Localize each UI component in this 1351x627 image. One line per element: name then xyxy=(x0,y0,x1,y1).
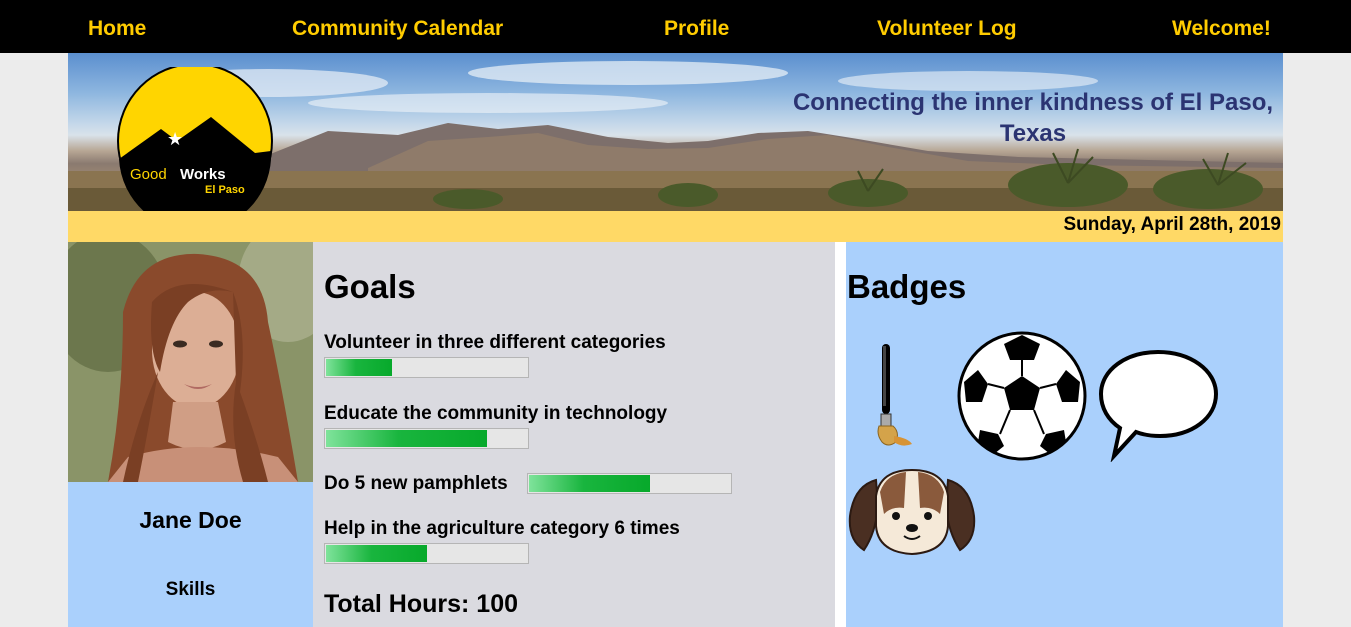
goal-progress-fill xyxy=(326,359,392,376)
profile-photo xyxy=(68,242,313,482)
puppy-icon[interactable] xyxy=(846,466,978,558)
goals-panel: Goals Volunteer in three different categ… xyxy=(313,242,835,627)
tagline: Connecting the inner kindness of El Paso… xyxy=(792,89,1274,147)
total-hours: Total Hours: 100 xyxy=(324,590,519,618)
goal-label: Volunteer in three different categories xyxy=(324,332,666,353)
good-works-logo[interactable]: ★ Good Works El Paso xyxy=(115,67,275,211)
current-date: Sunday, April 28th, 2019 xyxy=(1063,214,1281,235)
date-bar: Sunday, April 28th, 2019 xyxy=(68,211,1283,242)
goal-progress-bar xyxy=(324,428,529,449)
nav-community-calendar-link[interactable]: Community Calendar xyxy=(292,17,503,41)
goal-progress-fill xyxy=(529,475,650,492)
paintbrush-icon[interactable] xyxy=(870,342,920,452)
badges-heading: Badges xyxy=(847,268,967,305)
goal-progress-fill xyxy=(326,430,487,447)
top-nav: Home Community Calendar Profile Voluntee… xyxy=(0,0,1351,53)
nav-profile-link[interactable]: Profile xyxy=(664,17,729,41)
nav-home-link[interactable]: Home xyxy=(88,17,146,41)
goal-progress-fill xyxy=(326,545,427,562)
goal-progress-bar xyxy=(324,543,529,564)
goal-label: Help in the agriculture category 6 times xyxy=(324,518,680,539)
goals-heading: Goals xyxy=(324,268,416,305)
goal-label: Do 5 new pamphlets xyxy=(324,473,508,494)
skills-heading: Skills xyxy=(165,579,216,600)
goal-progress-bar xyxy=(324,357,529,378)
profile-panel: Jane Doe Skills xyxy=(68,242,313,627)
badges-panel: Badges xyxy=(846,242,1283,627)
speech-bubble-icon[interactable] xyxy=(1098,348,1220,462)
column-divider xyxy=(835,242,846,627)
goal-label: Educate the community in technology xyxy=(324,403,668,424)
header-banner: ★ Good Works El Paso Connecting the inne… xyxy=(68,53,1283,211)
profile-name: Jane Doe xyxy=(139,507,242,533)
logo-text-el-paso: El Paso xyxy=(205,184,245,196)
soccer-ball-icon[interactable] xyxy=(956,330,1088,462)
logo-text-good: Good xyxy=(130,166,167,183)
star-icon: ★ xyxy=(167,129,183,150)
goal-progress-bar xyxy=(527,473,732,494)
nav-volunteer-log-link[interactable]: Volunteer Log xyxy=(877,17,1017,41)
logo-text-works: Works xyxy=(180,166,226,183)
nav-welcome-link[interactable]: Welcome! xyxy=(1172,17,1271,41)
